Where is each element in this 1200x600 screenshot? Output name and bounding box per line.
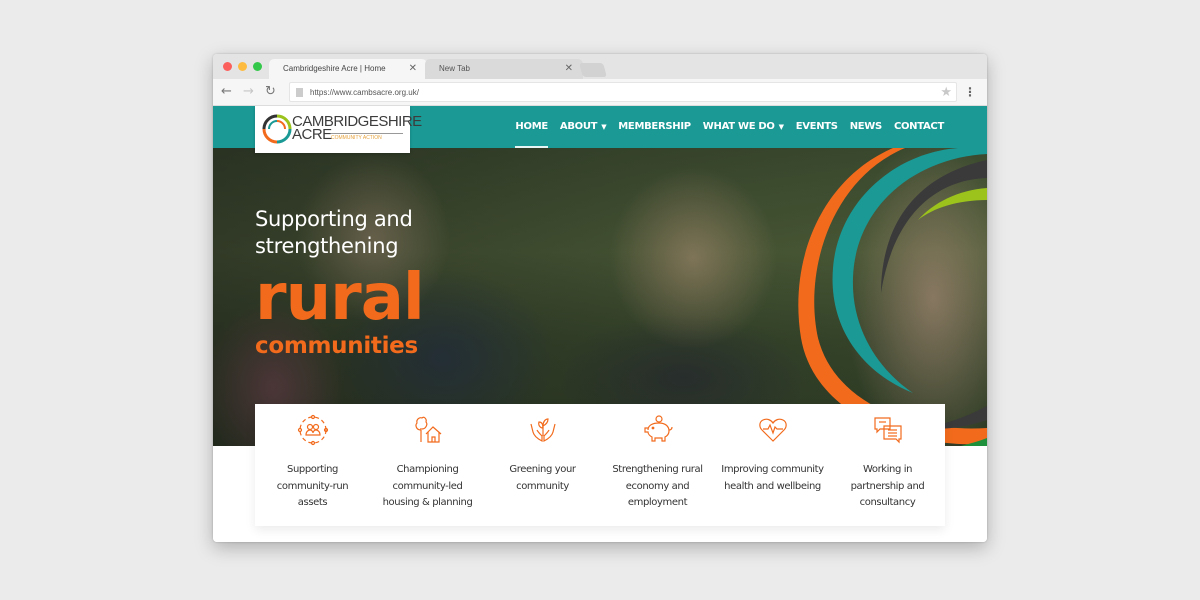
nav-label: HOME [515, 121, 548, 132]
tree-house-icon [414, 416, 441, 443]
service-label: Championing community-led housing & plan… [382, 464, 473, 508]
tab-cambridgeshire-acre[interactable]: Cambridgeshire Acre | Home ✕ [269, 59, 427, 79]
close-tab-icon[interactable]: ✕ [409, 59, 417, 79]
nav-label: NEWS [849, 121, 883, 132]
service-item[interactable]: Improving community health and wellbeing [715, 404, 830, 526]
service-label: Greening your community [509, 464, 576, 492]
main-nav: HOME ABOUT ▼ MEMBERSHIP WHAT WE DO ▼ EVENT… [515, 106, 944, 148]
new-tab-button[interactable] [579, 63, 607, 77]
hero-big-word: rural [255, 261, 425, 335]
hero-line-2: strengthening [255, 234, 399, 258]
nav-label: EVENTS [795, 121, 838, 132]
nav-label: WHAT WE DO [702, 121, 775, 132]
swoosh-teal [832, 148, 987, 393]
service-label: Strengthening rural economy and employme… [612, 464, 703, 508]
close-tab-icon[interactable]: ✕ [565, 59, 573, 79]
brand-swoosh-graphic [798, 148, 987, 446]
browser-menu-icon[interactable]: ⋮ [964, 83, 976, 101]
tab-title: Cambridgeshire Acre | Home [283, 64, 386, 73]
nav-home[interactable]: HOME [515, 106, 549, 148]
web-page: HOME ABOUT ▼ MEMBERSHIP WHAT WE DO ▼ EVENT… [213, 106, 987, 542]
service-label: Working in partnership and consultancy [850, 464, 925, 508]
services-panel: Supporting community-run assets Champion… [255, 404, 945, 526]
address-bar: ← → ↻ https://www.cambsacre.org.uk/ ★ ⋮ [213, 79, 987, 106]
page-icon [296, 88, 303, 97]
chat-bubbles-icon [873, 417, 902, 444]
logo-tagline: COMMUNITY ACTION [331, 133, 403, 141]
hero-headline: Supporting and strengthening rural commu… [255, 206, 425, 360]
logo-ring-icon [262, 114, 292, 144]
nav-what-we-do[interactable]: WHAT WE DO ▼ [703, 106, 784, 148]
nav-events[interactable]: EVENTS [796, 106, 838, 148]
nav-about[interactable]: ABOUT ▼ [559, 106, 607, 148]
service-item[interactable]: Supporting community-run assets [255, 404, 370, 526]
hero-medium-word: communities [255, 333, 418, 359]
piggy-bank-icon [643, 415, 673, 442]
url-input[interactable]: https://www.cambsacre.org.uk/ ★ [289, 82, 957, 102]
hero-banner: Supporting and strengthening rural commu… [213, 148, 987, 446]
hero-line-1: Supporting and [255, 207, 413, 231]
service-item[interactable]: Working in partnership and consultancy [830, 404, 945, 526]
url-text[interactable]: https://www.cambsacre.org.uk/ [310, 83, 419, 102]
minimize-window-button[interactable] [238, 62, 247, 71]
nav-contact[interactable]: CONTACT [894, 106, 944, 148]
service-item[interactable]: Championing community-led housing & plan… [370, 404, 485, 526]
bookmark-star-icon[interactable]: ★ [940, 83, 952, 102]
nav-label: CONTACT [893, 121, 944, 132]
browser-window: Cambridgeshire Acre | Home ✕ New Tab ✕ ←… [213, 54, 987, 542]
close-window-button[interactable] [223, 62, 232, 71]
swoosh-orange [798, 148, 987, 445]
tab-new-tab[interactable]: New Tab ✕ [425, 59, 583, 79]
chevron-down-icon: ▼ [778, 123, 784, 131]
reload-icon[interactable]: ↻ [265, 83, 276, 101]
service-item[interactable]: Strengthening rural economy and employme… [600, 404, 715, 526]
maximize-window-button[interactable] [253, 62, 262, 71]
hands-plant-icon [529, 418, 556, 442]
back-icon[interactable]: ← [221, 83, 232, 101]
nav-label: ABOUT [559, 121, 598, 132]
heart-pulse-icon [758, 418, 787, 442]
service-label: Improving community health and wellbeing [721, 464, 824, 492]
site-logo[interactable]: CAMBRIDGESHIRE ACRE COMMUNITY ACTION [255, 106, 422, 153]
tab-bar: Cambridgeshire Acre | Home ✕ New Tab ✕ [213, 54, 987, 79]
nav-news[interactable]: NEWS [849, 106, 883, 148]
nav-membership[interactable]: MEMBERSHIP [618, 106, 691, 148]
service-item[interactable]: Greening your community [485, 404, 600, 526]
chevron-down-icon: ▼ [601, 123, 607, 131]
service-label: Supporting community-run assets [276, 464, 349, 508]
nav-label: MEMBERSHIP [618, 121, 691, 132]
forward-icon[interactable]: → [243, 83, 254, 101]
window-controls [223, 62, 262, 71]
tab-title: New Tab [439, 64, 470, 73]
community-assets-icon [297, 414, 328, 446]
